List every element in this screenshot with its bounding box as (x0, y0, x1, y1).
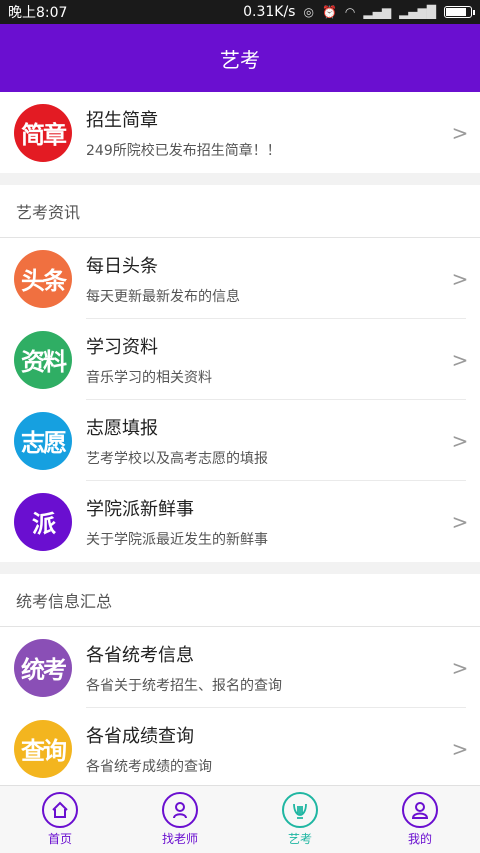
row-subtitle: 249所院校已发布招生简章！！ (86, 142, 281, 159)
lyre-icon (282, 792, 318, 828)
app-header: 艺考 (0, 24, 480, 92)
provincial-score-query-logo: 查询 (14, 719, 72, 778)
academy-news-logo: 派 (14, 492, 72, 551)
chevron-right-icon: > (451, 266, 469, 291)
battery-icon (444, 6, 475, 18)
bottom-tab-bar: 首页 找老师 艺考 我的 (0, 785, 480, 853)
row-subtitle: 音乐学习的相关资料 (86, 369, 212, 386)
provincial-exam-info-logo: 统考 (14, 638, 72, 697)
application-filling-logo: 志愿 (14, 411, 72, 470)
home-icon (42, 792, 78, 828)
daily-headlines-logo: 头条 (14, 249, 72, 308)
status-bar: 晚上8:07 0.31K/s ◎ ⏰ ◠ ▂▄▆ ▂▄▆█ (0, 0, 480, 24)
chevron-right-icon: > (451, 509, 469, 534)
row-title: 各省成绩查询 (86, 725, 194, 747)
tab-label: 我的 (407, 832, 432, 846)
tab-label: 首页 (47, 832, 72, 846)
tab-home[interactable]: 首页 (0, 786, 120, 853)
chevron-right-icon: > (451, 655, 469, 680)
row-title: 每日头条 (86, 255, 158, 277)
chevron-right-icon: > (451, 120, 469, 145)
signal-icon-2: ▂▄▆█ (399, 5, 436, 19)
study-materials-logo: 资料 (14, 330, 72, 389)
chevron-right-icon: > (451, 736, 469, 761)
row-provincial-score-query[interactable]: 查询 各省成绩查询 各省统考成绩的查询 > (0, 708, 480, 789)
row-subtitle: 每天更新最新发布的信息 (86, 288, 240, 305)
tab-find-teacher[interactable]: 找老师 (120, 786, 240, 853)
row-title: 招生简章 (86, 109, 158, 131)
section-header-exam-summary: 统考信息汇总 (0, 574, 480, 627)
tab-art-exam[interactable]: 艺考 (240, 786, 360, 853)
signal-icon: ▂▄▆ (363, 5, 392, 19)
row-study-materials[interactable]: 资料 学习资料 音乐学习的相关资料 > (0, 319, 480, 400)
row-title: 各省统考信息 (86, 644, 194, 666)
section-art-news: 头条 每日头条 每天更新最新发布的信息 > 资料 学习资料 音乐学习的相关资料 … (0, 238, 480, 562)
network-speed: 0.31K/s (243, 4, 296, 20)
tab-mine[interactable]: 我的 (360, 786, 480, 853)
section-header-art-news: 艺考资讯 (0, 185, 480, 238)
row-daily-headlines[interactable]: 头条 每日头条 每天更新最新发布的信息 > (0, 238, 480, 319)
chevron-right-icon: > (451, 428, 469, 453)
row-academy-news[interactable]: 派 学院派新鲜事 关于学院派最近发生的新鲜事 > (0, 481, 480, 562)
wifi-icon: ◠ (344, 5, 356, 19)
battery-level (446, 8, 466, 16)
status-time: 晚上8:07 (8, 5, 68, 21)
row-application-filling[interactable]: 志愿 志愿填报 艺考学校以及高考志愿的填报 > (0, 400, 480, 481)
top-card: 简章 招生简章 249所院校已发布招生简章！！ > (0, 92, 480, 173)
row-title: 志愿填报 (86, 417, 158, 439)
teacher-icon (162, 792, 198, 828)
row-subtitle: 艺考学校以及高考志愿的填报 (86, 450, 268, 467)
section-exam-summary: 统考 各省统考信息 各省关于统考招生、报名的查询 > 查询 各省成绩查询 各省统… (0, 627, 480, 789)
profile-icon (402, 792, 438, 828)
row-subtitle: 各省统考成绩的查询 (86, 758, 212, 775)
row-title: 学习资料 (86, 336, 158, 358)
row-provincial-exam-info[interactable]: 统考 各省统考信息 各省关于统考招生、报名的查询 > (0, 627, 480, 708)
row-subtitle: 各省关于统考招生、报名的查询 (86, 677, 282, 694)
chevron-right-icon: > (451, 347, 469, 372)
tab-label: 艺考 (287, 832, 312, 846)
page-title: 艺考 (220, 47, 260, 72)
tab-label: 找老师 (161, 832, 198, 846)
row-subtitle: 关于学院派最近发生的新鲜事 (86, 531, 268, 548)
alarm-icon: ⏰ (321, 5, 337, 19)
headset-icon: ◎ (303, 5, 314, 19)
row-title: 学院派新鲜事 (86, 498, 194, 520)
admissions-guide-logo: 简章 (14, 103, 72, 162)
row-admissions-guide[interactable]: 简章 招生简章 249所院校已发布招生简章！！ > (0, 92, 480, 173)
